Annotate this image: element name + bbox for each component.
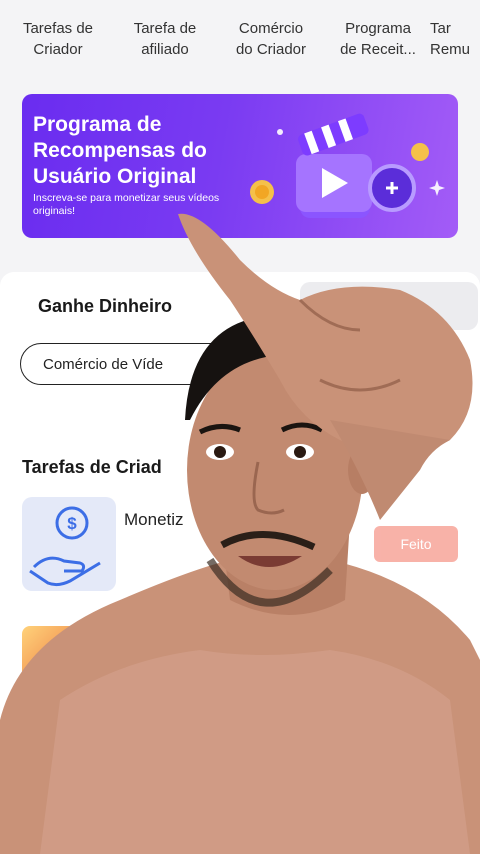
svg-text:$: $: [67, 514, 77, 533]
banner-subtitle: Inscreva-se para monetizar seus vídeos o…: [33, 192, 220, 217]
pill-label: Comércio de Víde: [43, 356, 164, 373]
creator-tasks-heading: Tarefas de Criad: [22, 457, 162, 477]
game-thumbnail: [22, 626, 94, 700]
clapperboard-play-icon: [250, 113, 445, 218]
top-tab-bar: Tarefas de Criador Tarefa de afiliado Co…: [0, 0, 480, 78]
tab-revenue-program[interactable]: Programa de Receit...: [328, 18, 428, 60]
segment-right[interactable]: [300, 282, 478, 330]
tab-affiliate-task[interactable]: Tarefa de afiliado: [115, 18, 215, 60]
pix-subtitle: Tarefa: [128, 801, 159, 813]
second-pill-label[interactable]: os: [448, 357, 464, 374]
video-commerce-pill[interactable]: Comércio de Víde: [20, 343, 250, 385]
tab-creator-commerce[interactable]: Comércio do Criador: [221, 18, 321, 60]
dollar-hand-icon: $: [22, 497, 116, 591]
tab-creator-tasks[interactable]: Tarefas de Criador: [8, 18, 108, 60]
done-button[interactable]: Feito: [374, 526, 458, 562]
pix-thumbnail: [22, 768, 116, 854]
pix-value: Valor: [124, 825, 152, 839]
task-title: Monetiz: [124, 510, 184, 529]
pix-title: PIX D: [124, 770, 164, 787]
coin-icon: [411, 143, 429, 161]
promo-banner[interactable]: Programa de Recompensas do Usuário Origi…: [22, 94, 458, 238]
banner-title: Programa de Recompensas do Usuário Origi…: [33, 113, 207, 188]
tab-remuneration[interactable]: Tar Remu: [430, 18, 480, 60]
earn-money-title: Ganhe Dinheiro: [38, 296, 173, 316]
